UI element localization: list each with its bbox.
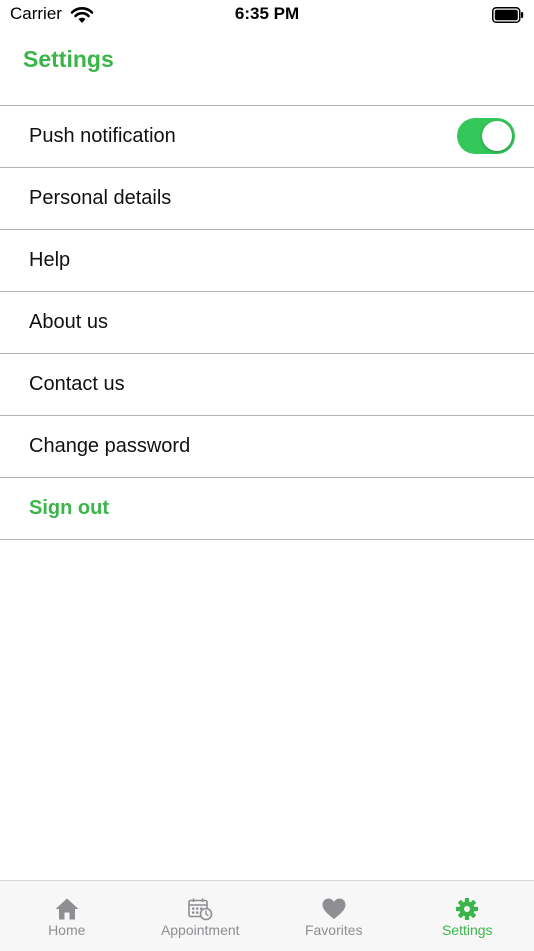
settings-item-label: Contact us xyxy=(29,373,125,396)
home-icon xyxy=(54,897,80,921)
settings-item-label: Push notification xyxy=(29,125,176,148)
settings-item-label: About us xyxy=(29,311,108,334)
status-time: 6:35 PM xyxy=(0,4,534,24)
tab-home[interactable]: Home xyxy=(0,881,134,951)
settings-item-change-password[interactable]: Change password xyxy=(0,416,534,478)
tab-label: Favorites xyxy=(267,922,401,938)
calendar-clock-icon xyxy=(187,897,213,921)
sign-out-label: Sign out xyxy=(29,497,109,520)
tab-bar: Home Appointment Favorites xyxy=(0,880,534,951)
settings-item-label: Help xyxy=(29,249,70,272)
push-notification-toggle[interactable] xyxy=(457,118,515,154)
settings-item-push-notification[interactable]: Push notification xyxy=(0,106,534,168)
settings-item-label: Personal details xyxy=(29,187,171,210)
tab-label: Settings xyxy=(401,922,534,938)
settings-item-help[interactable]: Help xyxy=(0,230,534,292)
settings-item-about-us[interactable]: About us xyxy=(0,292,534,354)
settings-item-contact-us[interactable]: Contact us xyxy=(0,354,534,416)
page-title: Settings xyxy=(23,46,114,73)
settings-item-personal-details[interactable]: Personal details xyxy=(0,168,534,230)
settings-list: Push notification Personal details Help … xyxy=(0,105,534,540)
sign-out-button[interactable]: Sign out xyxy=(0,478,534,540)
tab-settings[interactable]: Settings xyxy=(401,881,534,951)
settings-item-label: Change password xyxy=(29,435,190,458)
gear-icon xyxy=(454,897,480,921)
battery-icon xyxy=(492,7,524,23)
heart-icon xyxy=(321,897,347,921)
tab-appointment[interactable]: Appointment xyxy=(134,881,268,951)
tab-favorites[interactable]: Favorites xyxy=(267,881,401,951)
tab-label: Home xyxy=(0,922,134,938)
toggle-knob xyxy=(482,121,512,151)
tab-label: Appointment xyxy=(134,922,268,938)
status-bar: Carrier 6:35 PM xyxy=(0,0,534,30)
